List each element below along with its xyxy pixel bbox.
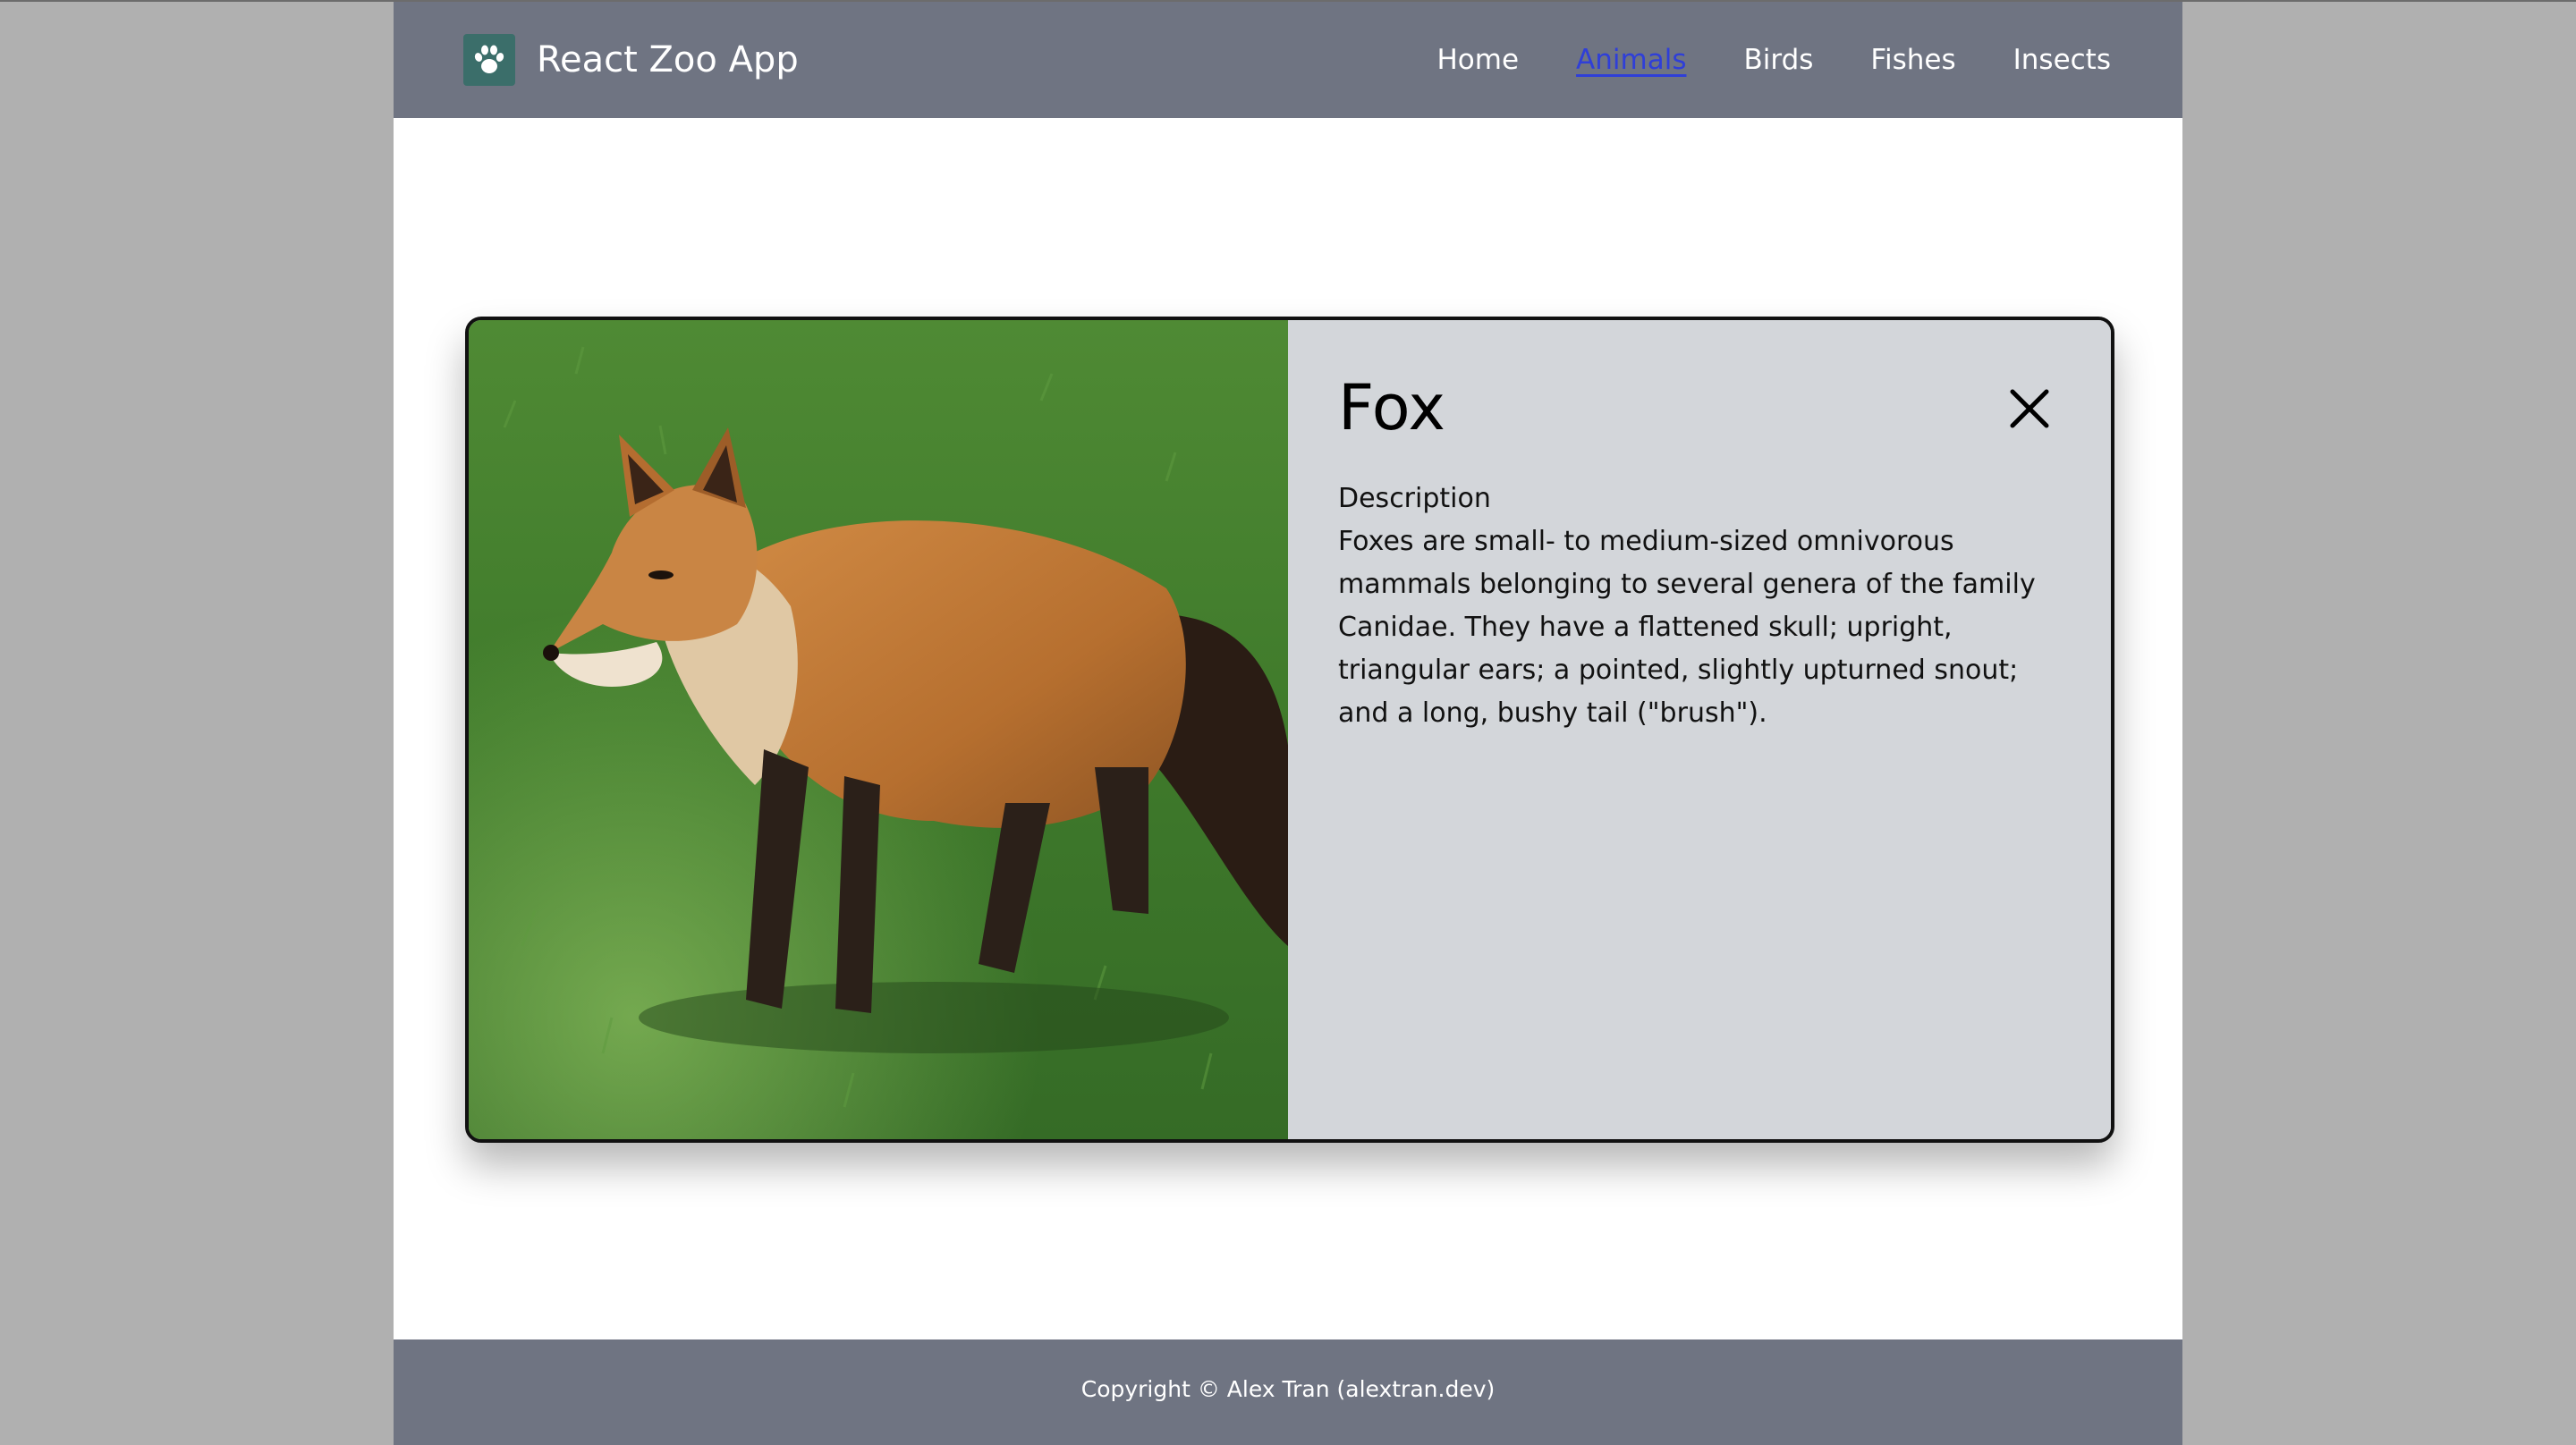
app-title: React Zoo App [537, 39, 799, 80]
nav-birds[interactable]: Birds [1743, 44, 1813, 76]
nav-home[interactable]: Home [1437, 44, 1520, 76]
main-nav: Home Animals Birds Fishes Insects [1380, 34, 2112, 86]
close-icon[interactable] [2009, 388, 2050, 429]
nav-fishes[interactable]: Fishes [1870, 44, 1955, 76]
description-label: Description [1338, 483, 1491, 514]
site-header: React Zoo App Home Animals Birds Fishes … [394, 2, 2182, 118]
brand-link[interactable]: React Zoo App [463, 34, 799, 86]
copyright-text: Copyright © Alex Tran (alextran.dev) [1080, 1375, 1496, 1402]
animal-details-panel: Fox Description Foxes are small- to medi… [1288, 320, 2111, 1139]
animal-photo [469, 320, 1288, 1139]
nav-animals[interactable]: Animals [1576, 44, 1686, 76]
description-text: Foxes are small- to medium-sized omnivor… [1338, 526, 2036, 729]
site-footer: Copyright © Alex Tran (alextran.dev) [394, 1339, 2182, 1445]
animal-detail-card: Fox Description Foxes are small- to medi… [465, 317, 2114, 1143]
app-container: React Zoo App Home Animals Birds Fishes … [394, 2, 2182, 1445]
nav-insects[interactable]: Insects [2013, 44, 2111, 76]
animal-name: Fox [1338, 371, 1445, 444]
paw-icon [463, 34, 515, 86]
